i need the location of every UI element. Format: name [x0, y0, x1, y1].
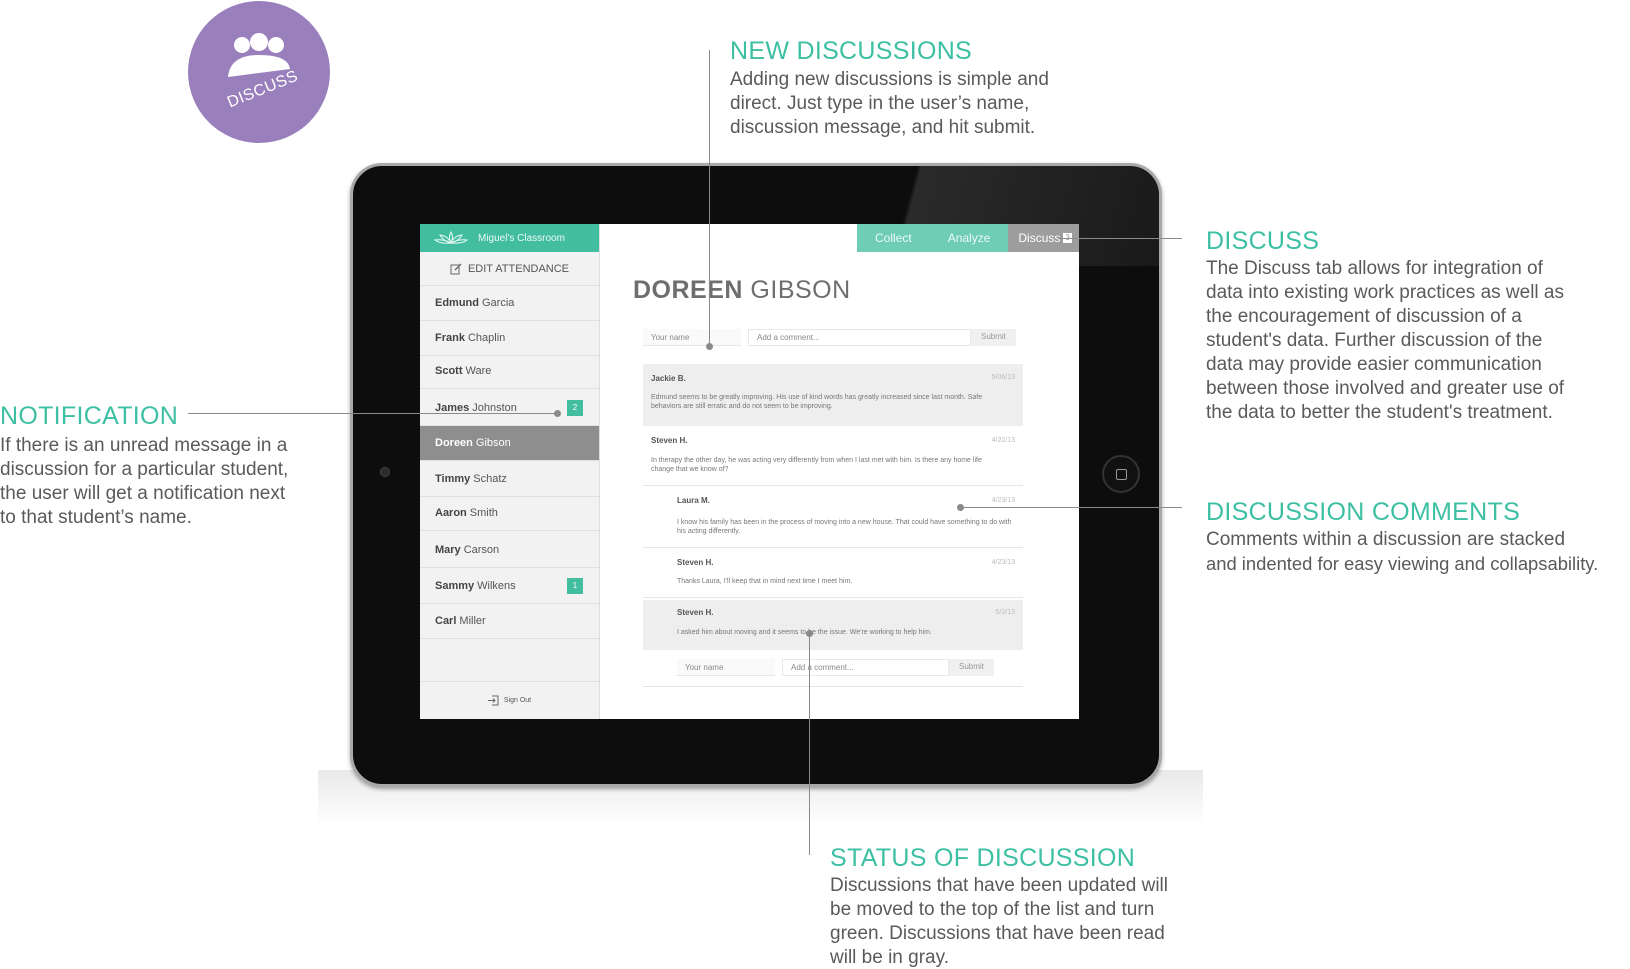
submit-button[interactable]: Submit	[971, 329, 1016, 346]
lotus-icon	[434, 231, 468, 245]
status-text: Discussions that have been updated will …	[830, 875, 1168, 968]
student-item-james[interactable]: James Johnston 2	[420, 391, 599, 426]
home-icon	[1116, 469, 1127, 480]
name-input[interactable]: Your name	[643, 329, 741, 346]
student-item-timmy[interactable]: Timmy Schatz	[420, 462, 599, 497]
comment-item[interactable]: Steven H. 4/23/13 Thanks Laura, I'll kee…	[643, 550, 1023, 598]
student-item-doreen[interactable]: Doreen Gibson	[420, 426, 599, 461]
connector-line	[709, 50, 710, 346]
page-title: DOREEN GIBSON	[633, 276, 851, 304]
notification-text: If there is an unread message in a discu…	[0, 435, 289, 528]
edit-icon	[450, 263, 462, 274]
new-discussion-form: Your name Add a comment... Submit	[643, 329, 1016, 346]
new-discussions-title: NEW DISCUSSIONS	[730, 37, 973, 65]
comment-item[interactable]: Laura M. 4/23/13 I know his family has b…	[643, 488, 1023, 548]
student-item-sammy[interactable]: Sammy Wilkens 1	[420, 569, 599, 604]
sign-out-label: Sign Out	[503, 697, 532, 704]
discuss-badge: DISCUSS	[188, 1, 330, 143]
connector-line	[960, 507, 1182, 508]
edit-attendance-label: EDIT ATTENDANCE	[467, 262, 570, 275]
notification-badge: 2	[567, 400, 583, 416]
connector-line	[188, 413, 558, 414]
classroom-label: Miguel's Classroom	[478, 232, 565, 244]
tab-analyze[interactable]: Analyze	[929, 224, 1009, 252]
divider	[643, 686, 1023, 687]
edit-attendance-button[interactable]: EDIT ATTENDANCE	[420, 252, 599, 286]
sign-out-button[interactable]: Sign Out	[420, 681, 599, 719]
discussion-item[interactable]: Steven H. 4/22/13 In therapy the other d…	[643, 428, 1023, 486]
discussion-item[interactable]: Jackie B. 5/06/13 Edmund seems to be gre…	[643, 364, 1023, 426]
notification-badge: 1	[567, 578, 583, 594]
camera-icon	[380, 467, 390, 477]
student-item-frank[interactable]: Frank Chaplin	[420, 321, 599, 356]
reply-submit-button[interactable]: Submit	[949, 659, 994, 676]
discuss-title: DISCUSS	[1206, 227, 1320, 255]
top-nav: Collect Analyze Discuss3	[857, 224, 1079, 252]
reply-form: Your name Add a comment... Submit	[677, 659, 994, 676]
discuss-text: The Discuss tab allows for integration o…	[1206, 258, 1565, 423]
new-discussions-text: Adding new discussions is simple and dir…	[730, 69, 1049, 138]
connector-line	[1058, 238, 1182, 239]
connector-dot	[554, 410, 561, 417]
reply-comment-input[interactable]: Add a comment...	[782, 659, 949, 676]
connector-line	[809, 633, 810, 855]
tab-collect[interactable]: Collect	[857, 224, 930, 252]
connector-dot	[957, 504, 964, 511]
discussion-comments-text: Comments within a discussion are stacked…	[1206, 529, 1599, 574]
connector-dot	[706, 343, 713, 350]
app-screen: Miguel's Classroom EDIT ATTENDANCE Edmun…	[420, 224, 1079, 719]
comment-item[interactable]: Steven H. 5/2/13 I asked him about movin…	[643, 600, 1023, 650]
reply-name-input[interactable]: Your name	[677, 659, 775, 676]
status-title: STATUS OF DISCUSSION	[830, 844, 1136, 872]
home-button[interactable]	[1102, 455, 1140, 493]
student-item-aaron[interactable]: Aaron Smith	[420, 496, 599, 531]
sidebar: Miguel's Classroom EDIT ATTENDANCE Edmun…	[420, 224, 600, 719]
notification-title: NOTIFICATION	[0, 402, 179, 430]
connector-dot	[806, 630, 813, 637]
student-item-edmund[interactable]: Edmund Garcia	[420, 286, 599, 321]
classroom-header[interactable]: Miguel's Classroom	[420, 224, 599, 252]
student-item-carl[interactable]: Carl Miller	[420, 604, 599, 639]
student-item-mary[interactable]: Mary Carson	[420, 533, 599, 568]
sign-out-icon	[487, 695, 499, 706]
student-item-scott[interactable]: Scott Ware	[420, 354, 599, 389]
discussion-comments-title: DISCUSSION COMMENTS	[1206, 498, 1521, 526]
comment-input[interactable]: Add a comment...	[748, 329, 971, 346]
